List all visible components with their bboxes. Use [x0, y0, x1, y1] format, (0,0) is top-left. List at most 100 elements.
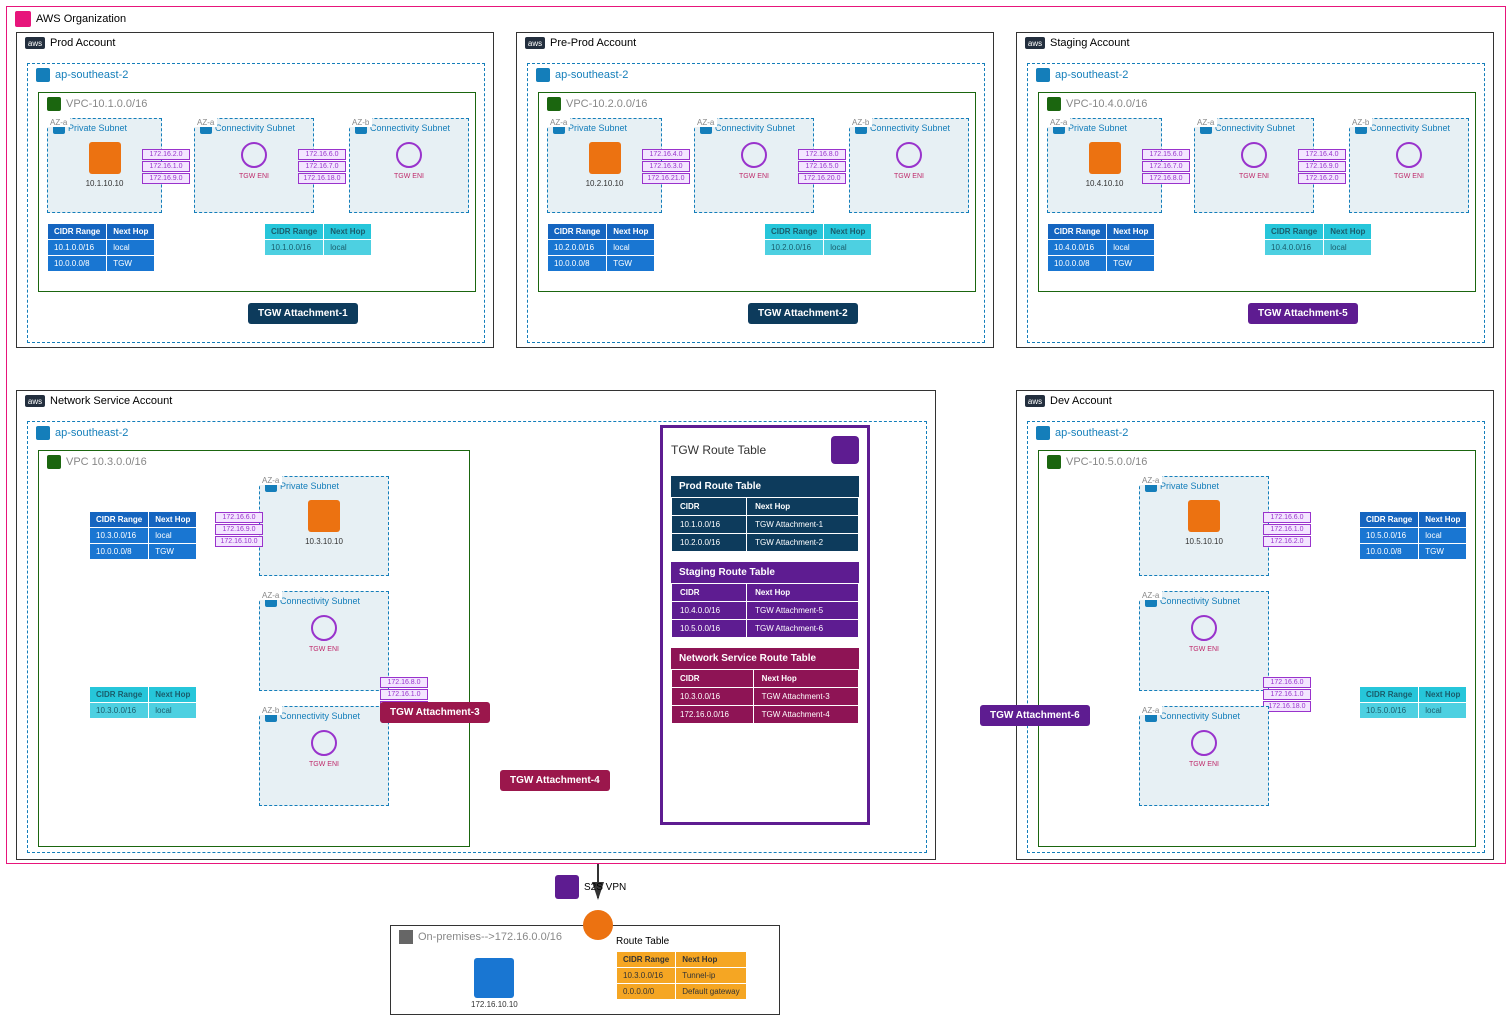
rt-cell: 10.1.0.0/16	[265, 240, 324, 256]
ip-chip: 172.16.20.0	[798, 173, 846, 184]
rt-cell: Tunnel-ip	[676, 968, 746, 984]
server-icon	[474, 958, 514, 998]
subnet-text: Connectivity Subnet	[1160, 711, 1240, 721]
dev-private: AZ-a Private Subnet 10.5.10.10	[1139, 476, 1269, 576]
ip-chip: 172.16.6.0	[1263, 512, 1311, 523]
tgw-eni-icon	[1191, 730, 1217, 756]
dev-rt2: CIDR RangeNext Hop 10.5.0.0/16local	[1359, 686, 1467, 719]
preprod-rt2: CIDR RangeNext Hop 10.2.0.0/16local	[764, 223, 872, 256]
rt-cell: 10.2.0.0/16	[765, 240, 824, 256]
rt-cell: 10.3.0.0/16	[90, 528, 149, 544]
az-label: AZ-a	[1047, 118, 1070, 127]
tgw-eni-label: TGW ENI	[1140, 761, 1268, 768]
rt-cell: 10.2.0.0/16	[548, 240, 607, 256]
rt-header: CIDR Range	[48, 224, 107, 240]
vpc-title: VPC-10.5.0.0/16	[1039, 451, 1475, 473]
prod-vpc: VPC-10.1.0.0/16 AZ-a Private Subnet 10.1…	[38, 92, 476, 292]
tgw-attachment-1: TGW Attachment-1	[248, 303, 358, 324]
az-label: AZ-a	[194, 118, 217, 127]
staging-az-b-conn: AZ-b Connectivity Subnet TGW ENI	[1349, 118, 1469, 213]
preprod-vpc: VPC-10.2.0.0/16 AZ-a Private Subnet 10.2…	[538, 92, 976, 292]
subnet-text: Private Subnet	[1160, 481, 1219, 491]
rt-cell: TGW	[1419, 544, 1467, 560]
prod-region-text: ap-southeast-2	[55, 69, 128, 81]
rt-cell: TGW Attachment-3	[753, 688, 858, 706]
subnet-text: Connectivity Subnet	[1160, 596, 1240, 606]
rt-header: CIDR Range	[265, 224, 324, 240]
rt-cell: 10.1.0.0/16	[672, 516, 747, 534]
rt-cell: local	[1107, 240, 1155, 256]
tgw-eni-icon	[396, 142, 422, 168]
ip-chip: 172.16.9.0	[215, 524, 263, 535]
preprod-account-box: aws Pre-Prod Account ap-southeast-2 VPC-…	[516, 32, 994, 348]
network-chips: 172.16.6.0 172.16.9.0 172.16.10.0	[214, 511, 264, 548]
tgw-eni-icon	[311, 615, 337, 641]
az-label: AZ-b	[259, 706, 282, 715]
tgw-rt-title-text: TGW Route Table	[671, 443, 766, 457]
preprod-chips-a: 172.16.4.0 172.16.3.0 172.16.21.0	[641, 148, 691, 185]
network-title-text: Network Service Account	[50, 395, 172, 407]
staging-account-box: aws Staging Account ap-southeast-2 VPC-1…	[1016, 32, 1494, 348]
preprod-title-text: Pre-Prod Account	[550, 37, 636, 49]
onprem-ip: 172.16.10.10	[471, 1000, 518, 1009]
region-text: ap-southeast-2	[1055, 69, 1128, 81]
rt-cell: 10.1.0.0/16	[48, 240, 107, 256]
subnet-text: Connectivity Subnet	[715, 123, 795, 133]
staging-title-text: Staging Account	[1050, 37, 1130, 49]
ip-chip: 172.16.10.0	[215, 536, 263, 547]
ec2-icon	[1188, 500, 1220, 532]
prod-account-box: aws Prod Account ap-southeast-2 VPC-10.1…	[16, 32, 494, 348]
conn-subnet-text: Connectivity Subnet	[370, 123, 450, 133]
prod-region-title: ap-southeast-2	[28, 64, 484, 86]
region-title: ap-southeast-2	[1028, 64, 1484, 86]
az-label: AZ-a	[1139, 476, 1162, 485]
region-icon	[36, 68, 50, 82]
rt-header: Next Hop	[607, 224, 655, 240]
preprod-region: ap-southeast-2 VPC-10.2.0.0/16 AZ-a Priv…	[527, 63, 985, 343]
network-rt1: CIDR RangeNext Hop 10.3.0.0/16local 10.0…	[89, 511, 197, 560]
rt-cell: 10.3.0.0/16	[672, 688, 754, 706]
ec2-ip: 10.5.10.10	[1140, 537, 1268, 546]
tgw-eni-label: TGW ENI	[350, 173, 468, 180]
vpc-title: VPC-10.4.0.0/16	[1039, 93, 1475, 115]
vpc-title: VPC 10.3.0.0/16	[39, 451, 469, 473]
rt-header: Next Hop	[824, 224, 872, 240]
rt-header: Next Hop	[1324, 224, 1372, 240]
rt-header: CIDR Range	[90, 512, 149, 528]
staging-rt-section: Staging Route Table	[671, 562, 859, 583]
region-icon	[36, 426, 50, 440]
az-label: AZ-a	[547, 118, 570, 127]
rt-cell: 10.5.0.0/16	[1360, 528, 1419, 544]
network-rt2: CIDR RangeNext Hop 10.3.0.0/16local	[89, 686, 197, 719]
region-icon	[1036, 68, 1050, 82]
rt-cell: local	[824, 240, 872, 256]
tgw-attachment-3: TGW Attachment-3	[380, 702, 490, 723]
rt-header: Next Hop	[149, 687, 197, 703]
rt-cell: TGW Attachment-6	[747, 620, 859, 638]
subnet-text: Private Subnet	[568, 123, 627, 133]
rt-cell: local	[149, 528, 197, 544]
rt-cell: TGW	[1107, 256, 1155, 272]
dev-chips2: 172.16.6.0 172.16.1.0 172.16.18.0	[1262, 676, 1312, 713]
rt-cell: Default gateway	[676, 984, 746, 1000]
tgw-eni-label: TGW ENI	[1140, 646, 1268, 653]
vpc-text: VPC-10.4.0.0/16	[1066, 98, 1147, 110]
region-icon	[536, 68, 550, 82]
rt-cell: local	[1324, 240, 1372, 256]
rt-cell: local	[1419, 528, 1467, 544]
tgw-route-table-box: TGW Route Table Prod Route Table CIDRNex…	[660, 425, 870, 825]
rt-cell: 10.0.0.0/8	[90, 544, 149, 560]
ip-chip: 172.16.8.0	[798, 149, 846, 160]
prod-chips-b: 172.16.6.0 172.16.7.0 172.16.18.0	[297, 148, 347, 185]
rt-cell: 10.0.0.0/8	[548, 256, 607, 272]
prod-az-a-conn: AZ-a Connectivity Subnet TGW ENI	[194, 118, 314, 213]
region-text: ap-southeast-2	[55, 427, 128, 439]
network-vpc: VPC 10.3.0.0/16 AZ-a Private Subnet 10.3…	[38, 450, 470, 847]
rt-header: CIDR Range	[1265, 224, 1324, 240]
tgw-eni-label: TGW ENI	[1350, 173, 1468, 180]
rt-header: CIDR	[672, 670, 754, 688]
onprem-box: On-premises-->172.16.0.0/16 172.16.10.10…	[390, 925, 780, 1015]
dev-rt1: CIDR RangeNext Hop 10.5.0.0/16local 10.0…	[1359, 511, 1467, 560]
dev-chips: 172.16.6.0 172.16.1.0 172.16.2.0	[1262, 511, 1312, 548]
preprod-chips-b: 172.16.8.0 172.16.5.0 172.16.20.0	[797, 148, 847, 185]
